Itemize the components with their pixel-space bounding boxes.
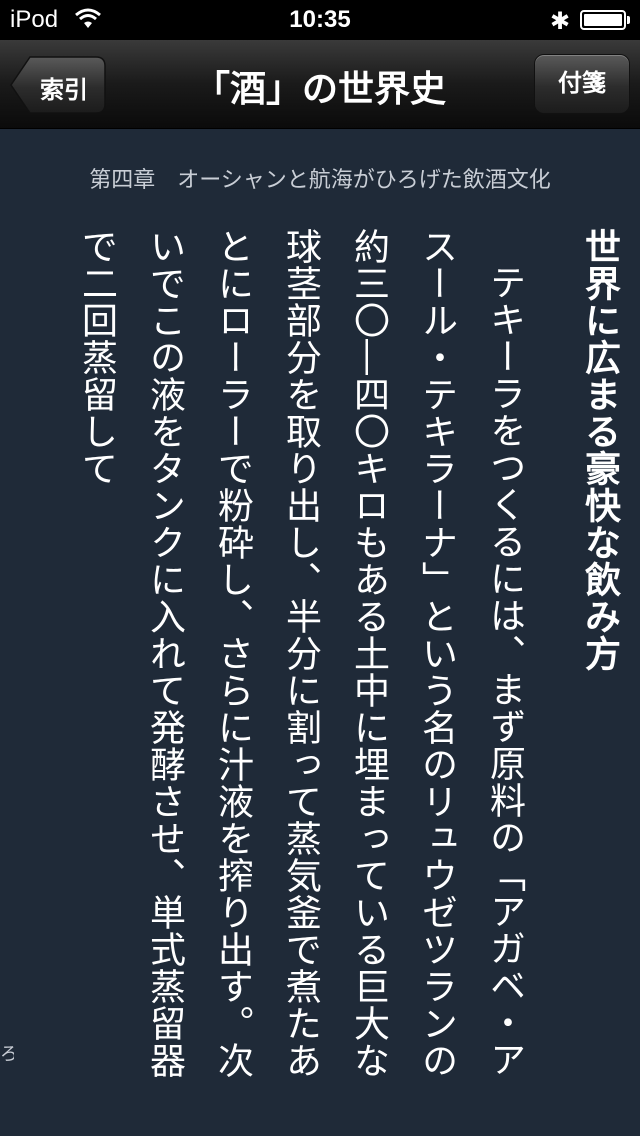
section-heading: 世界に広まる豪快な飲み方 — [579, 228, 620, 672]
battery-icon — [580, 10, 626, 30]
page-edge-text: ろ — [0, 1044, 14, 1065]
body-text: テキーラをつくるには、まず原料の「アガベ・アスール・テキラーナ」という名のリュウ… — [76, 228, 525, 1079]
bookmark-tag-button[interactable]: 付箋 — [534, 54, 630, 114]
index-back-label: 索引 — [40, 76, 88, 104]
page-title: 「酒」の世界史 — [193, 69, 446, 110]
battery-tip — [627, 16, 630, 24]
status-time: 10:35 — [289, 6, 351, 33]
navigation-bar: 索引 「酒」の世界史 付箋 — [0, 40, 640, 129]
chapter-title: 第四章 オーシャンと航海がひろげた飲酒文化 — [89, 168, 551, 193]
reading-content[interactable]: 世界に広まる豪快な飲み方 テキーラをつくるには、まず原料の「アガベ・アスール・テ… — [14, 228, 634, 1088]
bluetooth-icon: ✱ — [550, 8, 571, 35]
index-back-button[interactable]: 索引 — [10, 56, 106, 114]
status-bar: iPod 10:35 ✱ — [0, 0, 640, 40]
